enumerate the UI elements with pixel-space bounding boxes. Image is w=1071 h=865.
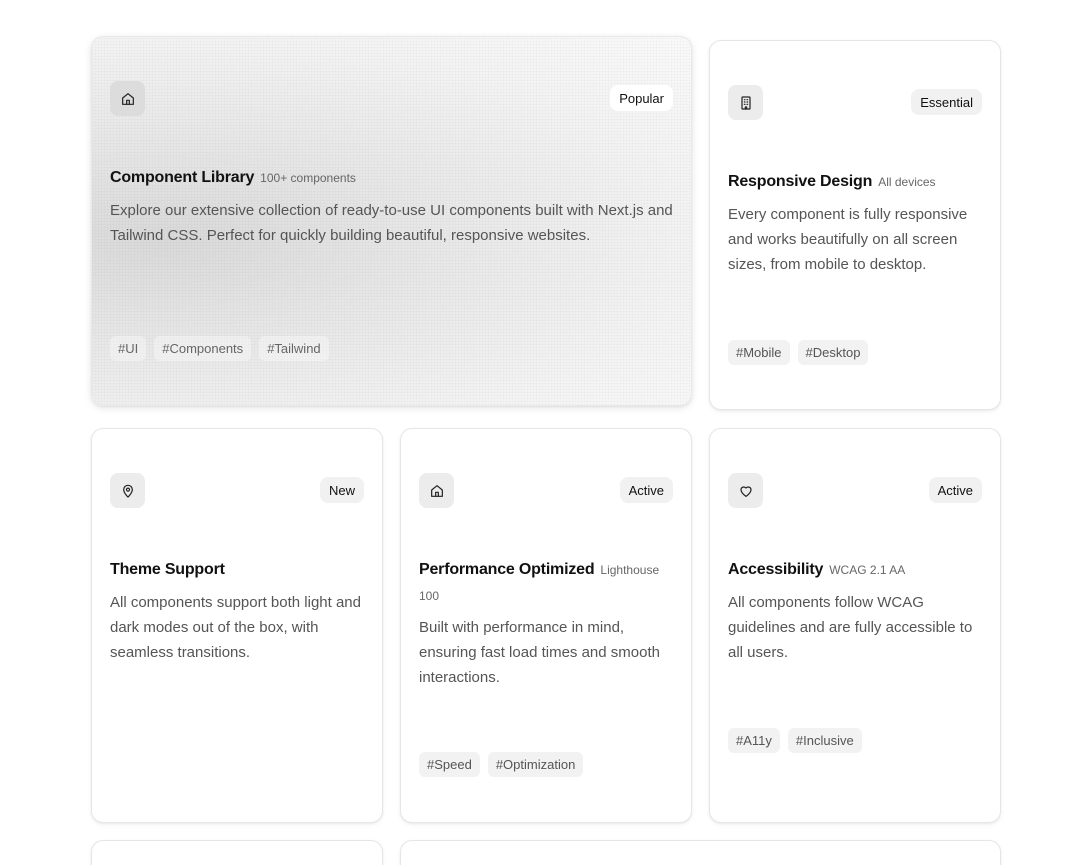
status-badge: Active bbox=[928, 477, 982, 503]
feature-card-accessibility[interactable]: Active Accessibility WCAG 2.1 AA All comp… bbox=[709, 428, 1001, 823]
card-subtitle: All devices bbox=[878, 175, 936, 189]
tag[interactable]: #Inclusive bbox=[787, 728, 862, 753]
tag[interactable]: #Components bbox=[154, 336, 252, 361]
status-badge: Active bbox=[619, 477, 673, 503]
status-badge: Essential bbox=[911, 89, 982, 115]
tag[interactable]: #Mobile bbox=[728, 340, 790, 365]
tag-list: #A11y #Inclusive bbox=[728, 728, 862, 753]
status-badge: New bbox=[319, 477, 364, 503]
card-title: Responsive Design bbox=[728, 173, 873, 190]
home-icon bbox=[110, 81, 145, 116]
card-title: Component Library bbox=[110, 169, 255, 186]
feature-card-responsive-design[interactable]: Essential Responsive Design All devices E… bbox=[709, 40, 1001, 410]
card-title: Accessibility bbox=[728, 561, 824, 578]
card-title-row: Theme Support bbox=[110, 557, 364, 582]
card-subtitle: 100+ components bbox=[260, 171, 356, 185]
card-title: Theme Support bbox=[110, 561, 225, 578]
feature-card-theme-support[interactable]: New Theme Support All components support… bbox=[91, 428, 383, 823]
feature-card-partial-wide[interactable] bbox=[400, 840, 1001, 865]
card-title-row: Responsive Design All devices bbox=[728, 169, 982, 195]
card-title-row: Component Library 100+ components bbox=[110, 165, 673, 191]
tag-list: #UI #Components #Tailwind bbox=[110, 336, 329, 361]
tag-list: #Speed #Optimization bbox=[419, 752, 584, 777]
card-description: Every component is fully responsive and … bbox=[728, 206, 968, 273]
bento-grid: Popular Component Library 100+ components… bbox=[0, 0, 1071, 865]
card-description: Built with performance in mind, ensuring… bbox=[419, 619, 660, 686]
card-description: All components follow WCAG guidelines an… bbox=[728, 594, 973, 661]
card-subtitle: WCAG 2.1 AA bbox=[829, 563, 906, 577]
feature-card-partial-left[interactable] bbox=[91, 840, 383, 865]
status-badge: Popular bbox=[610, 85, 673, 111]
tag[interactable]: #A11y bbox=[728, 728, 780, 753]
tag[interactable]: #Optimization bbox=[487, 752, 584, 777]
tag[interactable]: #Speed bbox=[419, 752, 480, 777]
tag[interactable]: #UI bbox=[110, 336, 147, 361]
tag[interactable]: #Tailwind bbox=[259, 336, 329, 361]
tag[interactable]: #Desktop bbox=[797, 340, 869, 365]
tag-list: #Mobile #Desktop bbox=[728, 340, 869, 365]
card-title: Performance Optimized bbox=[419, 561, 595, 578]
card-description: All components support both light and da… bbox=[110, 594, 361, 661]
feature-card-component-library[interactable]: Popular Component Library 100+ components… bbox=[91, 36, 692, 406]
home-icon bbox=[419, 473, 454, 508]
heart-icon bbox=[728, 473, 763, 508]
building-icon bbox=[728, 85, 763, 120]
card-title-row: Performance Optimized Lighthouse 100 bbox=[419, 557, 673, 609]
map-pin-icon bbox=[110, 473, 145, 508]
card-description: Explore our extensive collection of read… bbox=[110, 202, 673, 244]
card-title-row: Accessibility WCAG 2.1 AA bbox=[728, 557, 982, 583]
feature-card-performance[interactable]: Active Performance Optimized Lighthouse 1… bbox=[400, 428, 692, 823]
